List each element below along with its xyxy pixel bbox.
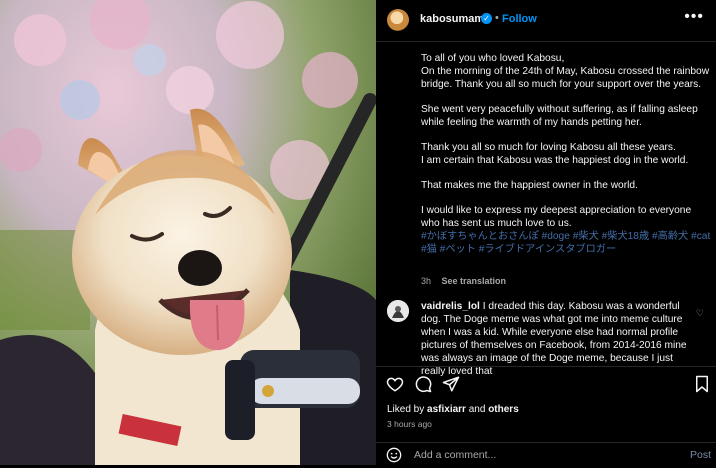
post-comment-button[interactable]: Post xyxy=(690,449,711,461)
post-detail-panel: kabosumama ✓ • Follow ••• To all of you … xyxy=(376,0,716,465)
save-bookmark-icon[interactable] xyxy=(694,375,710,398)
like-heart-icon[interactable] xyxy=(386,375,404,398)
caption-time: 3h xyxy=(421,276,432,286)
add-comment-bar: Post xyxy=(376,442,716,466)
caption-paragraph-5: I would like to express my deepest appre… xyxy=(421,205,692,229)
likes-summary: Liked by asfixiarr and others xyxy=(387,404,519,415)
shiba-dog-photo xyxy=(0,0,376,465)
likes-prefix: Liked by xyxy=(387,404,425,415)
more-options-icon[interactable]: ••• xyxy=(684,8,704,26)
caption-paragraph-1: To all of you who loved Kabosu, On the m… xyxy=(421,53,710,90)
post-photo[interactable] xyxy=(0,0,376,465)
author-avatar[interactable] xyxy=(387,9,409,31)
comment-username[interactable]: vaidrelis_lol xyxy=(421,301,480,312)
caption-paragraph-3: Thank you all so much for loving Kabosu … xyxy=(421,142,689,166)
comment-bubble-icon[interactable] xyxy=(414,375,432,398)
see-translation-link[interactable]: See translation xyxy=(442,276,507,286)
caption-hashtags[interactable]: #かぼすちゃんとおさんぽ #doge #柴犬 #柴犬18歳 #高齢犬 #cat … xyxy=(421,230,711,256)
post-actions-bar xyxy=(376,366,716,401)
caption-paragraph-2: She went very peacefully without sufferi… xyxy=(421,104,698,128)
comment-like-heart-icon[interactable]: ♡ xyxy=(696,308,704,319)
share-paper-plane-icon[interactable] xyxy=(442,375,460,398)
add-comment-input[interactable] xyxy=(414,449,664,461)
post-caption: To all of you who loved Kabosu, On the m… xyxy=(421,32,711,256)
caption-meta: 3h See translation xyxy=(421,276,514,286)
post-time-ago: 3 hours ago xyxy=(387,419,432,429)
verified-badge-icon: ✓ xyxy=(481,13,492,24)
caption-clipped-line xyxy=(421,32,711,40)
follow-button[interactable]: Follow xyxy=(502,13,537,25)
likes-joiner: and xyxy=(468,404,486,415)
author-username[interactable]: kabosumama xyxy=(420,13,490,25)
liked-by-others[interactable]: others xyxy=(488,404,519,415)
header-separator: • xyxy=(495,12,499,24)
liked-by-user[interactable]: asfixiarr xyxy=(427,404,466,415)
commenter-avatar[interactable] xyxy=(387,300,409,322)
commenter-avatar-image xyxy=(387,300,409,322)
caption-paragraph-4: That makes me the happiest owner in the … xyxy=(421,180,638,191)
